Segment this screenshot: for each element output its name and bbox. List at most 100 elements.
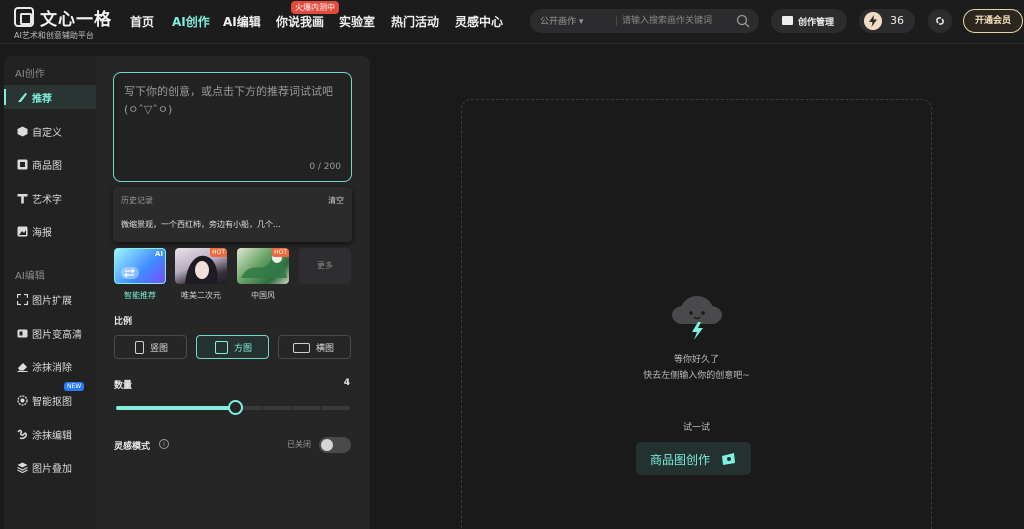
brand-name: 文心一格 bbox=[40, 10, 112, 30]
info-icon[interactable]: i bbox=[159, 439, 169, 449]
creation-manage-button[interactable]: 创作管理 bbox=[771, 9, 847, 33]
sidebar-item-smear-erase[interactable]: 涂抹消除 bbox=[4, 354, 96, 378]
search-icon[interactable] bbox=[736, 14, 750, 28]
sidebar-item-label: 图片变高清 bbox=[32, 330, 82, 341]
art-text-icon bbox=[17, 194, 28, 204]
nav-lab[interactable]: 实验室 bbox=[339, 13, 375, 30]
nav-you-say-i-draw[interactable]: 你说我画 bbox=[276, 13, 324, 30]
slider-tick bbox=[262, 406, 263, 410]
sidebar-item-label: 智能抠图 bbox=[32, 397, 72, 408]
poster-icon bbox=[17, 226, 28, 237]
brush-icon bbox=[18, 92, 27, 102]
sidebar-item-recommend[interactable]: 推荐 bbox=[4, 85, 96, 109]
style-card-chinese[interactable]: HOT bbox=[237, 248, 289, 284]
slider-tick bbox=[320, 406, 321, 410]
sidebar-item-smear-edit[interactable]: 涂抹编辑 bbox=[4, 422, 96, 446]
link-icon bbox=[936, 17, 944, 25]
landscape-icon bbox=[293, 343, 310, 353]
prompt-placeholder: 写下你的创意，或点击下方的推荐词试试吧(ㅇˆ▽ˆㅇ) bbox=[124, 85, 333, 116]
sidebar-item-image-expand[interactable]: 图片扩展 bbox=[4, 287, 96, 311]
logo-icon bbox=[14, 7, 34, 27]
sidebar-item-smart-cutout[interactable]: 智能抠图 NEW bbox=[4, 382, 96, 412]
nav-ai-create[interactable]: AI创作 bbox=[172, 13, 210, 30]
inspiration-status: 已关闭 bbox=[287, 440, 311, 449]
shopping-bag-icon bbox=[722, 453, 735, 465]
history-clear-button[interactable]: 清空 bbox=[328, 195, 344, 206]
inspiration-toggle[interactable] bbox=[319, 437, 351, 453]
slider-fill bbox=[116, 406, 235, 410]
inspiration-mode-label: 灵感模式 bbox=[114, 442, 151, 452]
history-title: 历史记录 bbox=[121, 196, 153, 205]
smear-edit-icon bbox=[17, 429, 27, 440]
hot-tag: HOT bbox=[272, 248, 289, 257]
ratio-option-label: 方图 bbox=[234, 344, 253, 354]
lightning-icon bbox=[864, 12, 882, 30]
slider-tick bbox=[291, 406, 292, 410]
nav-inspiration[interactable]: 灵感中心 bbox=[455, 13, 503, 30]
sidebar-item-label: 图片扩展 bbox=[32, 296, 72, 307]
search-bar: 公开画作 ▾ bbox=[530, 9, 759, 33]
cloud-lightning-icon bbox=[672, 296, 722, 340]
sidebar-item-label: 涂抹消除 bbox=[32, 363, 72, 374]
shuffle-icon bbox=[121, 267, 139, 279]
quantity-value: 4 bbox=[343, 378, 350, 388]
portrait-icon bbox=[135, 341, 144, 354]
sidebar-item-label: 海报 bbox=[32, 228, 52, 239]
style-label-chinese: 中国风 bbox=[251, 291, 275, 300]
empty-state-hint: 快去左侧输入你的创意吧~ bbox=[643, 371, 750, 381]
credits-button[interactable]: 36 bbox=[859, 9, 915, 33]
style-label-anime: 唯美二次元 bbox=[181, 291, 221, 300]
slider-thumb[interactable] bbox=[228, 400, 243, 415]
nav-home[interactable]: 首页 bbox=[130, 13, 154, 30]
logo[interactable]: 文心一格 AI艺术和创意辅助平台 bbox=[14, 5, 124, 40]
credits-count: 36 bbox=[890, 14, 904, 27]
ratio-portrait-button[interactable]: 竖图 bbox=[114, 335, 187, 359]
ratio-landscape-button[interactable]: 横图 bbox=[278, 335, 351, 359]
result-canvas: 等你好久了 快去左侧输入你的创意吧~ 试一试 商品图创作 bbox=[461, 99, 932, 529]
sidebar-item-image-overlay[interactable]: 图片叠加 bbox=[4, 455, 96, 479]
hot-tag: HOT bbox=[210, 248, 227, 257]
search-scope-dropdown[interactable]: 公开画作 ▾ bbox=[540, 14, 583, 27]
folder-icon bbox=[782, 16, 793, 25]
prompt-input[interactable]: 写下你的创意，或点击下方的推荐词试试吧(ㅇˆ▽ˆㅇ) 0 / 200 bbox=[113, 72, 352, 182]
product-image-icon bbox=[17, 159, 28, 170]
expand-icon bbox=[17, 294, 28, 305]
style-card-smart[interactable]: AI bbox=[114, 248, 166, 284]
style-label-smart: 智能推荐 bbox=[124, 291, 156, 300]
sidebar-item-poster[interactable]: 海报 bbox=[4, 219, 96, 243]
sidebar-item-image-hd[interactable]: 图片变高清 bbox=[4, 321, 96, 345]
sidebar-item-label: 推荐 bbox=[32, 94, 52, 105]
history-entry[interactable]: 微缩景观，一个西红柿，旁边有小船，几个... bbox=[121, 219, 281, 230]
hot-badge: 火爆内测中 bbox=[291, 1, 339, 14]
vip-button[interactable]: 开通会员 bbox=[963, 9, 1023, 33]
prompt-char-count: 0 / 200 bbox=[309, 162, 341, 172]
cutout-icon bbox=[17, 395, 28, 406]
nav-ai-edit[interactable]: AI编辑 bbox=[223, 13, 261, 30]
style-card-anime[interactable]: HOT bbox=[175, 248, 227, 284]
search-input[interactable] bbox=[622, 12, 732, 30]
square-icon bbox=[215, 341, 228, 354]
style-selector: AI 智能推荐 HOT 唯美二次元 HOT 中国风 更多 bbox=[114, 248, 354, 308]
sidebar-item-custom[interactable]: 自定义 bbox=[4, 119, 96, 143]
try-button-label: 商品图创作 bbox=[650, 453, 711, 467]
sidebar-item-art-text[interactable]: 艺术字 bbox=[4, 186, 96, 210]
config-panel: 写下你的创意，或点击下方的推荐词试试吧(ㅇˆ▽ˆㅇ) 0 / 200 历史记录 … bbox=[96, 56, 370, 529]
empty-state-title: 等你好久了 bbox=[673, 355, 719, 365]
history-dropdown: 历史记录 清空 微缩景观，一个西红柿，旁边有小船，几个... bbox=[113, 187, 352, 242]
brand-tagline: AI艺术和创意辅助平台 bbox=[14, 31, 94, 40]
ratio-option-label: 横图 bbox=[316, 344, 335, 354]
style-more-button[interactable]: 更多 bbox=[299, 248, 351, 284]
sidebar-item-label: 自定义 bbox=[32, 128, 62, 139]
link-button[interactable] bbox=[928, 9, 952, 33]
sidebar-item-product-image[interactable]: 商品图 bbox=[4, 152, 96, 176]
ratio-square-button[interactable]: 方图 bbox=[196, 335, 269, 359]
ratio-label: 比例 bbox=[114, 317, 133, 327]
sidebar-item-label: 图片叠加 bbox=[32, 464, 72, 475]
nav-events[interactable]: 热门活动 bbox=[391, 13, 439, 30]
product-image-create-button[interactable]: 商品图创作 bbox=[636, 442, 751, 475]
sidebar-item-label: 商品图 bbox=[32, 161, 62, 172]
eraser-icon bbox=[17, 363, 28, 372]
sidebar-group-ai-edit: AI编辑 bbox=[15, 271, 45, 282]
search-divider bbox=[616, 16, 617, 26]
quantity-slider[interactable] bbox=[116, 400, 350, 415]
